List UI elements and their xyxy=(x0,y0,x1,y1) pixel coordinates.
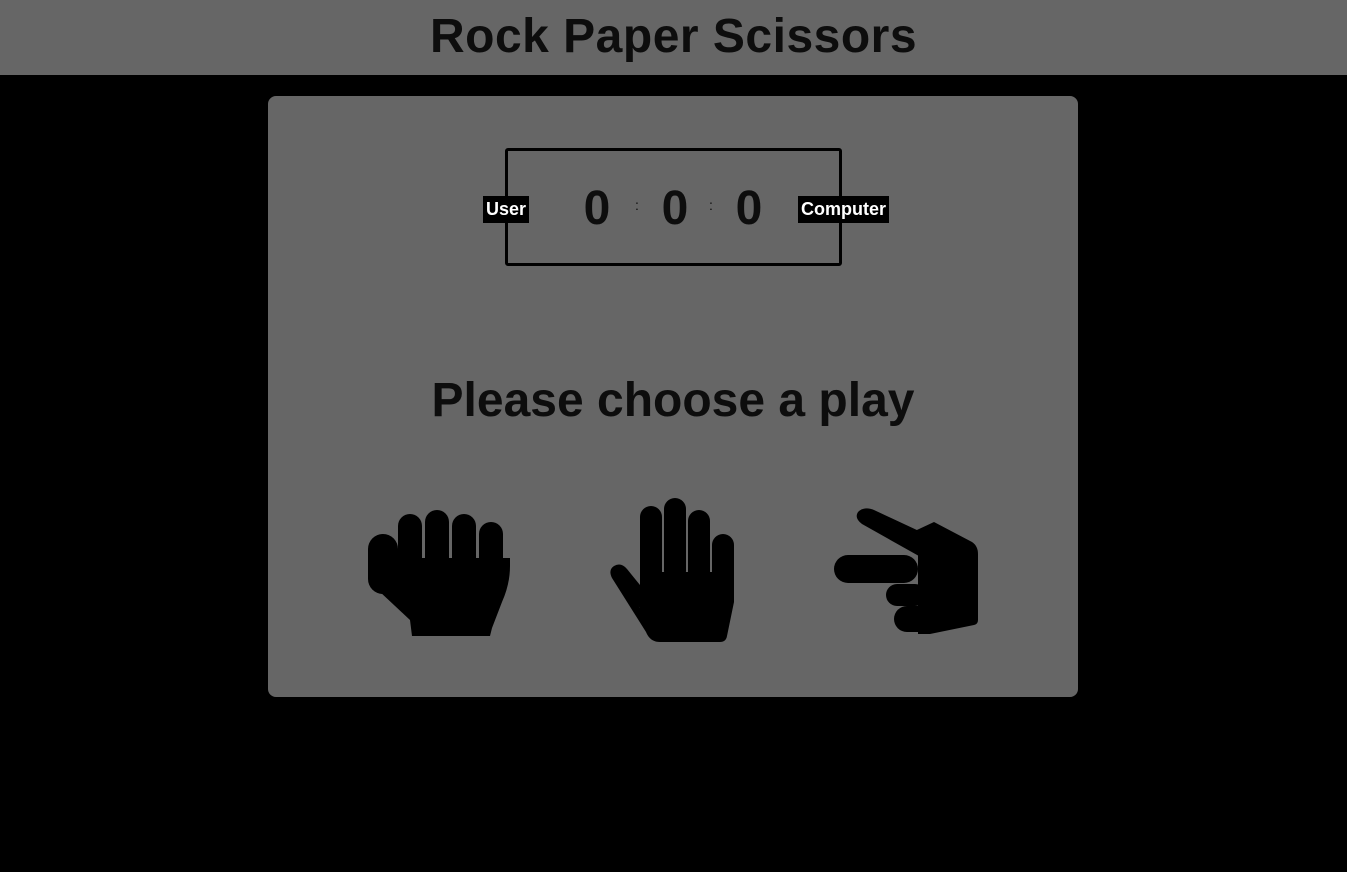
score-separator: : xyxy=(635,197,639,213)
hand-scissors-icon xyxy=(834,508,978,634)
header-bar: Rock Paper Scissors xyxy=(0,0,1347,75)
computer-score: 0 xyxy=(735,182,763,235)
user-label: User xyxy=(483,196,530,223)
score-separator: : xyxy=(709,197,713,213)
tie-score: 0 xyxy=(661,182,689,235)
user-score: 0 xyxy=(583,182,611,235)
paper-button[interactable] xyxy=(608,498,740,646)
hand-fist-icon xyxy=(368,510,510,636)
computer-label: Computer xyxy=(798,196,889,223)
hand-open-icon xyxy=(610,498,734,642)
play-prompt: Please choose a play xyxy=(431,374,915,427)
game-panel: User 0 : 0 : 0 Computer Please choose a … xyxy=(268,96,1078,697)
scissors-button[interactable] xyxy=(834,508,982,638)
rock-button[interactable] xyxy=(366,506,514,638)
page-title: Rock Paper Scissors xyxy=(429,10,918,63)
scoreboard: User 0 : 0 : 0 Computer xyxy=(483,148,889,266)
